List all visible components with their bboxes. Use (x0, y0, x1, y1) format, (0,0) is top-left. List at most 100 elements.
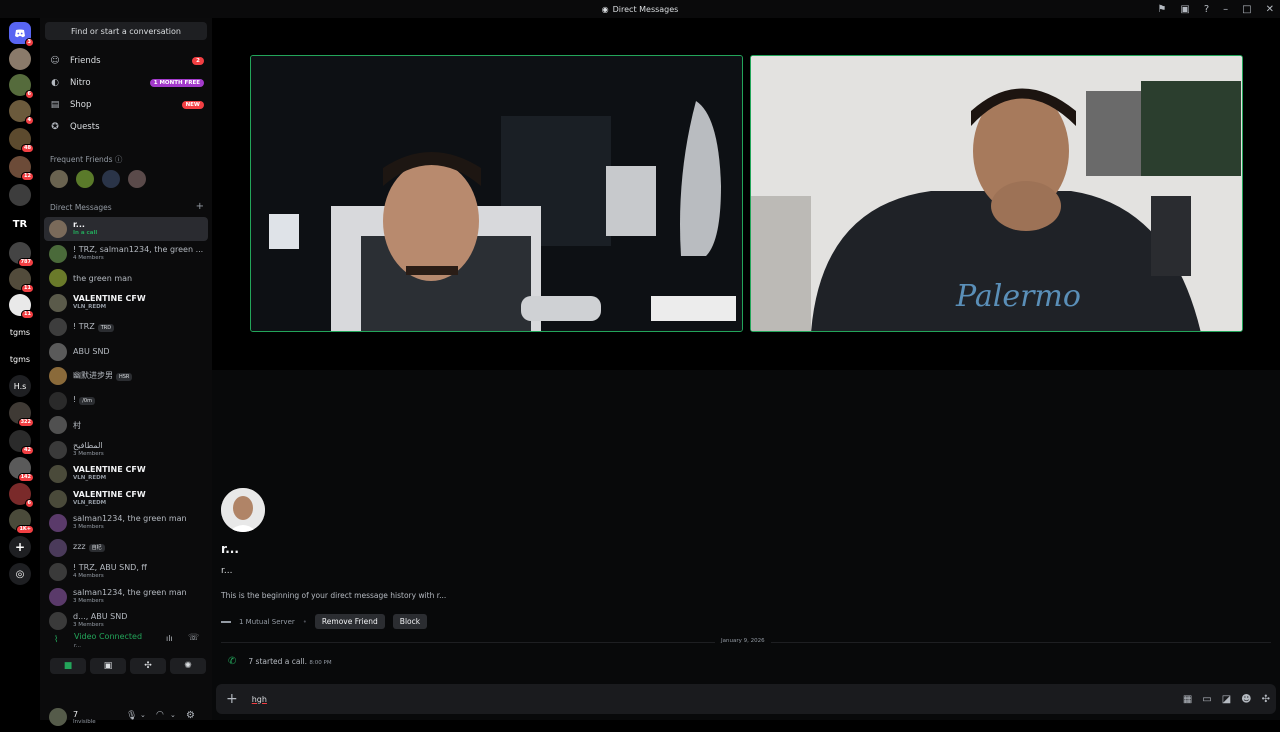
dm-name: r... (73, 220, 85, 229)
server-icon[interactable]: 322 (9, 402, 34, 427)
server-icon[interactable] (9, 184, 31, 206)
emoji-icon[interactable]: ☻ (1241, 694, 1251, 705)
avatar (49, 342, 67, 361)
minimize-button[interactable]: – (1223, 4, 1228, 15)
dm-item[interactable]: 幽默进步男 HSR (44, 364, 208, 388)
block-button[interactable]: Block (392, 614, 428, 629)
maximize-button[interactable]: □ (1242, 4, 1251, 15)
screen-share-icon: ▣ (103, 661, 113, 671)
flag-icon[interactable]: ⚑ (1157, 4, 1166, 15)
dm-item[interactable]: the green man (44, 266, 208, 290)
user-panel[interactable]: 7 Invisible 🎙︎ ⌄ ◠ ⌄ ⚙ (44, 702, 208, 732)
avatar (49, 489, 67, 508)
nav-friends[interactable]: ☺ Friends 2 (44, 51, 208, 71)
avatar[interactable] (128, 170, 146, 188)
server-icon[interactable]: TR (9, 213, 31, 235)
server-icon[interactable]: 6 (9, 483, 34, 508)
dm-item[interactable]: ! TRZ, ABU SND, ff 4 Members (44, 560, 208, 584)
noise-suppression-icon[interactable]: ılı (166, 634, 173, 643)
dm-item[interactable]: salman1234, the green man 3 Members (44, 585, 208, 609)
nav-nitro[interactable]: ◐ Nitro 1 MONTH FREE (44, 73, 208, 93)
chevron-down-icon[interactable]: ⌄ (170, 711, 176, 719)
message-input[interactable]: hgh (252, 695, 267, 704)
server-icon[interactable]: 11 (9, 268, 34, 293)
nav-shop[interactable]: ▤ Shop NEW (44, 95, 208, 115)
dm-item[interactable]: r... In a call (44, 217, 208, 241)
server-icon[interactable]: 787 (9, 242, 34, 267)
dm-item[interactable]: المطافيح 3 Members (44, 438, 208, 462)
avatar[interactable] (102, 170, 120, 188)
server-icon[interactable]: 6 (9, 74, 34, 99)
remove-friend-button[interactable]: Remove Friend (314, 614, 385, 629)
signal-icon: ⌇ (54, 635, 59, 645)
settings-icon[interactable]: ⚙ (186, 710, 195, 721)
soundboard-icon: ✺ (184, 661, 192, 671)
title-bar: ◉ Direct Messages ⚑ ▣ ? – □ ✕ (0, 0, 1280, 18)
nav-quests[interactable]: ✪ Quests (44, 117, 208, 137)
headphones-icon[interactable]: ◠ (156, 710, 164, 720)
user-name: 7 (73, 709, 79, 719)
voice-channel[interactable]: r... (74, 643, 81, 649)
apps-icon[interactable]: ✣ (1262, 694, 1270, 705)
nitro-badge: 1 MONTH FREE (149, 79, 204, 87)
frequent-friends-header: Frequent Friends ⓘ (50, 155, 123, 164)
server-icon[interactable]: 11 (9, 294, 34, 319)
sticker-icon[interactable]: ◪ (1222, 694, 1231, 705)
video-tile-remote[interactable] (250, 55, 743, 332)
gift-icon[interactable]: ▦ (1183, 694, 1192, 705)
server-icon[interactable]: 48 (9, 128, 34, 153)
server-icon[interactable]: 142 (9, 457, 34, 482)
dm-item[interactable]: ! TRZ, salman1234, the green ... 4 Member… (44, 242, 208, 266)
dm-item[interactable]: salman1234, the green man 3 Members (44, 511, 208, 535)
create-dm-icon[interactable]: + (196, 201, 204, 212)
dm-item[interactable]: !/0m (44, 389, 208, 413)
dm-item[interactable]: VALENTINE CFW VLN_REDM (44, 462, 208, 486)
camera-button[interactable]: ■ (50, 658, 86, 674)
discover-icon[interactable]: ◎ (9, 563, 31, 585)
dm-subtitle: 4 Members (73, 573, 104, 579)
server-icon[interactable] (9, 48, 31, 70)
server-icon[interactable]: 42 (9, 430, 34, 455)
avatar[interactable] (76, 170, 94, 188)
discord-icon: ◉ (601, 4, 609, 14)
server-icon[interactable]: 1K+ (9, 509, 34, 534)
server-rail: 3 6 4 48 12 TR 787 11 11 tgms tgms H.s 3… (0, 18, 40, 720)
soundboard-button[interactable]: ✺ (170, 658, 206, 674)
dm-item[interactable]: ! TRZ TRD (44, 315, 208, 339)
activities-button[interactable]: ✣ (130, 658, 166, 674)
dm-item[interactable]: VALENTINE CFW VLN_REDM (44, 487, 208, 511)
attach-button[interactable]: + (226, 691, 238, 707)
inbox-icon[interactable]: ▣ (1180, 4, 1189, 15)
server-icon[interactable]: 4 (9, 100, 34, 125)
avatar (49, 416, 67, 434)
dm-item[interactable]: VALENTINE CFW VLN_REDM (44, 291, 208, 315)
server-icon[interactable]: tgms (9, 348, 31, 370)
message-composer[interactable]: + hgh ▦ ▭ ◪ ☻ ✣ (216, 684, 1276, 714)
disconnect-icon[interactable]: ☏ (188, 633, 199, 643)
close-button[interactable]: ✕ (1266, 4, 1274, 15)
dm-name: the green man (73, 273, 133, 283)
video-feed (251, 56, 742, 331)
find-conversation-button[interactable]: Find or start a conversation (45, 22, 207, 40)
dm-name: VALENTINE CFW (73, 293, 146, 303)
mutual-servers[interactable]: 1 Mutual Server (239, 618, 295, 626)
direct-messages-header: Direct Messages + (50, 201, 204, 212)
add-server-button[interactable]: + (9, 536, 31, 558)
dm-item[interactable]: zzz 自杞 (44, 536, 208, 560)
home-button[interactable]: 3 (9, 22, 34, 47)
gif-icon[interactable]: ▭ (1202, 694, 1211, 705)
dm-item[interactable]: 村 (44, 413, 208, 437)
dm-intro-text: This is the beginning of your direct mes… (221, 591, 447, 600)
server-icon[interactable]: 12 (9, 156, 34, 181)
frequent-friends-row (50, 170, 146, 188)
server-icon[interactable]: H.s (9, 375, 31, 397)
help-icon[interactable]: ? (1204, 4, 1209, 15)
avatar[interactable] (50, 170, 68, 188)
video-tile-self[interactable]: Palermo (750, 55, 1243, 332)
chevron-down-icon[interactable]: ⌄ (140, 711, 146, 719)
screen-share-button[interactable]: ▣ (90, 658, 126, 674)
dm-item[interactable]: ABU SND (44, 340, 208, 364)
user-avatar[interactable] (49, 708, 67, 726)
dm-avatar[interactable] (221, 488, 265, 532)
server-icon[interactable]: tgms (9, 321, 31, 343)
